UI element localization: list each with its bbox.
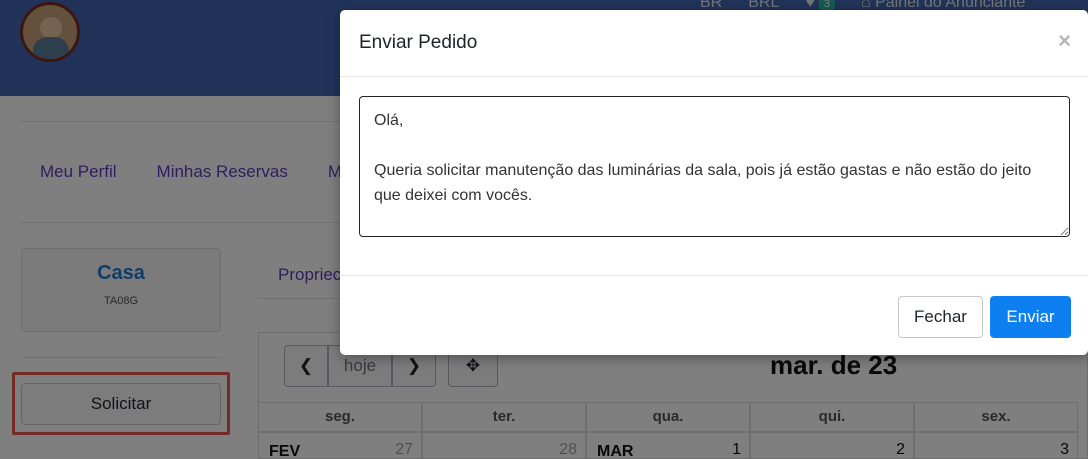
send-button[interactable]: Enviar xyxy=(990,296,1071,338)
modal-title: Enviar Pedido xyxy=(359,32,478,53)
modal-footer: Fechar Enviar xyxy=(340,275,1088,355)
modal-header: Enviar Pedido × xyxy=(340,10,1088,77)
send-request-modal: Enviar Pedido × Olá, Queria solicitar ma… xyxy=(340,10,1088,355)
message-textarea[interactable]: Olá, Queria solicitar manutenção das lum… xyxy=(359,96,1070,237)
close-icon[interactable]: × xyxy=(1058,28,1071,54)
close-button[interactable]: Fechar xyxy=(898,296,983,338)
